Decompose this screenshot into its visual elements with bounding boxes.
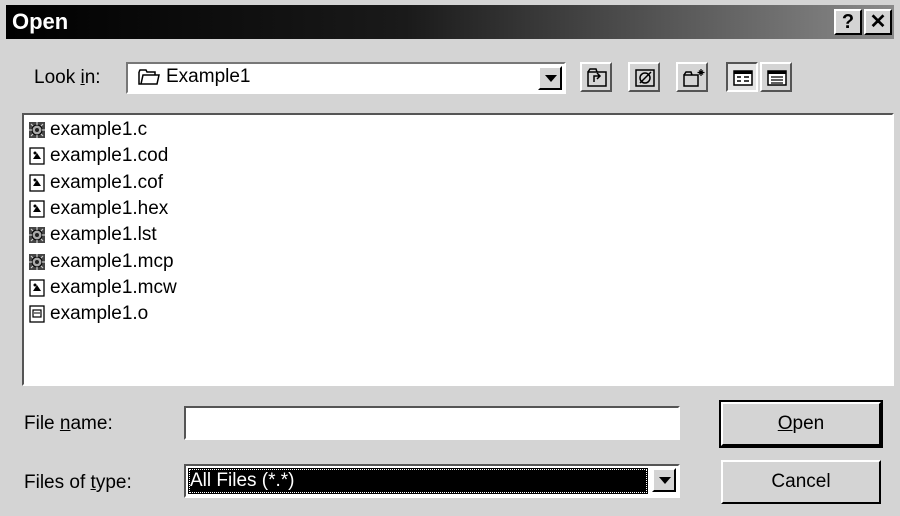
file-list-item[interactable]: example1.mcp [28, 249, 174, 275]
file-list-item[interactable]: example1.c [28, 117, 147, 143]
new-folder-button[interactable] [676, 62, 708, 92]
file-name-text: example1.mcp [50, 250, 174, 272]
document-file-icon [28, 147, 46, 165]
up-one-level-icon [587, 68, 607, 87]
look-in-label: Look in: [34, 67, 101, 88]
file-list-item[interactable]: example1.o [28, 301, 148, 327]
help-button[interactable]: ? [834, 9, 862, 35]
file-name-text: example1.cod [50, 145, 169, 167]
file-list-item[interactable]: example1.cof [28, 170, 163, 196]
file-name-label: File name: [24, 413, 113, 434]
list-view-button[interactable] [726, 62, 758, 92]
files-of-type-label: Files of type: [24, 472, 132, 493]
up-one-level-button[interactable] [580, 62, 612, 92]
title-bar: Open ? ✕ [6, 5, 894, 39]
gear-file-icon [28, 253, 46, 271]
open-button[interactable]: Open [719, 400, 883, 448]
details-view-button[interactable] [760, 62, 792, 92]
files-of-type-combo[interactable]: All Files (*.*) [184, 464, 680, 498]
list-view-icon [733, 70, 753, 86]
gear-file-icon [28, 121, 46, 139]
file-name-text: example1.hex [50, 197, 169, 219]
look-in-value: Example1 [166, 66, 251, 87]
folder-icon [138, 69, 160, 85]
file-name-text: example1.c [50, 119, 148, 140]
desktop-button[interactable] [628, 62, 660, 92]
files-of-type-dropdown-button[interactable] [652, 468, 676, 492]
file-list-item[interactable]: example1.mcw [28, 275, 177, 301]
dialog-title: Open [12, 9, 69, 34]
gear-file-icon [28, 226, 46, 244]
file-name-text: example1.cof [50, 171, 164, 193]
file-list[interactable]: example1.c example1.cod example1.cof exampl… [22, 113, 894, 386]
look-in-dropdown-button[interactable] [538, 66, 562, 90]
file-list-item[interactable]: example1.cod [28, 143, 168, 169]
close-button[interactable]: ✕ [864, 9, 892, 35]
file-name-text: example1.lst [50, 224, 157, 246]
new-folder-icon [683, 69, 705, 87]
file-list-item[interactable]: example1.hex [28, 196, 168, 222]
file-list-item[interactable]: example1.lst [28, 222, 157, 248]
desktop-icon [635, 69, 655, 87]
document-file-icon [28, 173, 46, 192]
document-file-icon [28, 279, 46, 297]
details-view-icon [767, 70, 787, 86]
file-name-text: example1.mcw [50, 276, 177, 298]
open-dialog: Open ? ✕ Look in: Example1 example1.c ex… [0, 0, 900, 516]
document-file-icon [28, 200, 46, 218]
cancel-button[interactable]: Cancel [721, 460, 881, 504]
file-name-text: example1.o [50, 303, 149, 325]
look-in-combo[interactable]: Example1 [126, 62, 566, 94]
files-of-type-value: All Files (*.*) [188, 468, 648, 494]
object-file-icon [28, 305, 46, 323]
file-name-input[interactable] [184, 406, 680, 440]
